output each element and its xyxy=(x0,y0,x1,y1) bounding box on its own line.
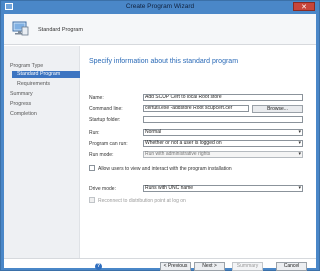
content-pane: Specify information about this standard … xyxy=(82,46,316,258)
summary-button[interactable]: Summary xyxy=(232,262,263,271)
help-icon[interactable]: ? xyxy=(95,263,102,270)
startup-folder-label: Startup folder: xyxy=(89,117,121,123)
footer-divider xyxy=(4,258,316,259)
run-select[interactable]: Normal ▾ xyxy=(143,129,303,136)
name-field[interactable]: Add SCUP Cert to local Root store xyxy=(143,94,303,101)
title-bar[interactable]: Create Program Wizard ✕ xyxy=(1,1,319,13)
chevron-down-icon: ▾ xyxy=(298,185,301,191)
page-heading: Specify information about this standard … xyxy=(89,58,239,65)
program-can-run-value: Whether or not a user is logged on xyxy=(145,140,222,146)
wizard-nav: Program Type Standard Program Requiremen… xyxy=(4,46,80,258)
cancel-button[interactable]: Cancel xyxy=(276,262,307,271)
run-label: Run: xyxy=(89,130,100,136)
window-title: Create Program Wizard xyxy=(125,3,195,10)
run-select-value: Normal xyxy=(145,129,162,135)
drive-mode-value: Runs with UNC name xyxy=(145,185,194,191)
banner: Standard Program xyxy=(4,14,316,45)
banner-title: Standard Program xyxy=(38,27,83,33)
command-line-field[interactable]: certutil.exe -addstore Root scupcert.cer xyxy=(143,105,249,112)
nav-item-progress[interactable]: Progress xyxy=(10,101,31,107)
drive-mode-select[interactable]: Runs with UNC name ▾ xyxy=(143,185,303,192)
wizard-client: Standard Program Program Type Standard P… xyxy=(4,14,316,271)
browse-button[interactable]: Browse... xyxy=(252,105,303,113)
nav-item-summary[interactable]: Summary xyxy=(10,91,33,97)
program-can-run-label: Program can run: xyxy=(89,141,128,147)
drive-mode-label: Drive mode: xyxy=(89,186,116,192)
run-mode-value: Run with administrative rights xyxy=(145,151,211,157)
wizard-window: Create Program Wizard ✕ Standard Program… xyxy=(0,0,320,271)
previous-button[interactable]: < Previous xyxy=(160,262,191,271)
nav-item-program-type[interactable]: Program Type xyxy=(10,63,43,69)
startup-folder-field[interactable] xyxy=(143,116,303,123)
allow-interact-label: Allow users to view and interact with th… xyxy=(98,166,232,172)
run-mode-label: Run mode: xyxy=(89,152,114,158)
computer-icon xyxy=(12,21,29,36)
nav-item-requirements[interactable]: Requirements xyxy=(17,81,50,87)
chevron-down-icon: ▾ xyxy=(298,151,301,157)
close-button[interactable]: ✕ xyxy=(293,2,315,11)
program-can-run-select[interactable]: Whether or not a user is logged on ▾ xyxy=(143,140,303,147)
reconnect-label: Reconnect to distribution point at log o… xyxy=(98,198,186,204)
chevron-down-icon: ▾ xyxy=(298,129,301,135)
run-mode-select[interactable]: Run with administrative rights ▾ xyxy=(143,151,303,158)
chevron-down-icon: ▾ xyxy=(298,140,301,146)
nav-item-completion[interactable]: Completion xyxy=(10,111,37,117)
nav-item-standard-program[interactable]: Standard Program xyxy=(12,71,80,78)
name-label: Name: xyxy=(89,95,104,101)
next-button[interactable]: Next > xyxy=(194,262,225,271)
command-line-label: Command line: xyxy=(89,106,123,112)
allow-interact-checkbox[interactable] xyxy=(89,165,95,171)
reconnect-checkbox[interactable] xyxy=(89,197,95,203)
